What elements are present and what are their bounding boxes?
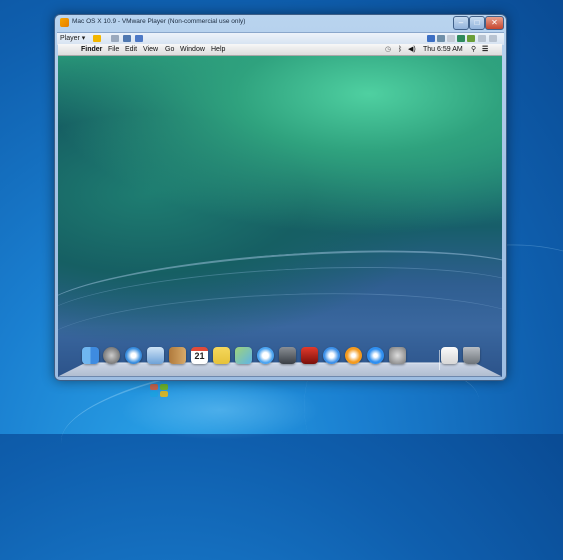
dock-trash-icon[interactable] — [463, 347, 480, 364]
dock-launchpad-icon[interactable] — [103, 347, 120, 364]
menubar-clock[interactable]: Thu 6:59 AM — [423, 44, 463, 55]
dock-calendar-icon[interactable]: 21 — [191, 347, 208, 364]
fullscreen-icon[interactable] — [123, 35, 131, 42]
menu-view[interactable]: View — [143, 44, 158, 55]
menu-window[interactable]: Window — [180, 44, 205, 55]
window-title: Mac OS X 10.9 - VMware Player (Non-comme… — [72, 18, 246, 25]
minimize-button[interactable]: – — [453, 16, 469, 30]
dock-shelf — [58, 362, 502, 377]
maximize-button[interactable]: □ — [469, 16, 485, 30]
dock-itunes-icon[interactable] — [323, 347, 340, 364]
usb-icon[interactable] — [467, 35, 475, 42]
menu-go[interactable]: Go — [165, 44, 174, 55]
volume-icon[interactable]: ◀) — [408, 44, 416, 55]
dock-documents-icon[interactable] — [441, 347, 458, 364]
dock-system-preferences-icon[interactable] — [389, 347, 406, 364]
menu-finder[interactable]: Finder — [81, 44, 102, 55]
dock-photo-booth-icon[interactable] — [301, 347, 318, 364]
pause-icon[interactable] — [93, 35, 101, 42]
dock-notes-icon[interactable] — [213, 347, 230, 364]
dock-mail-icon[interactable] — [147, 347, 164, 364]
arrow-icon[interactable] — [427, 35, 435, 42]
menu-file[interactable]: File — [108, 44, 119, 55]
window-titlebar[interactable]: Mac OS X 10.9 - VMware Player (Non-comme… — [55, 15, 506, 32]
send-ctrl-alt-del-icon[interactable] — [111, 35, 119, 42]
sound-icon[interactable] — [478, 35, 486, 42]
dock-app-store-icon[interactable] — [367, 347, 384, 364]
hard-disk-icon[interactable] — [437, 35, 445, 42]
player-menu[interactable]: Player ▾ — [60, 34, 85, 42]
dock-finder-icon[interactable] — [82, 347, 99, 364]
bluetooth-icon[interactable]: ᛒ — [398, 44, 402, 55]
display-icon[interactable] — [489, 35, 497, 42]
vmware-window[interactable]: Mac OS X 10.9 - VMware Player (Non-comme… — [54, 14, 507, 381]
time-machine-icon[interactable]: ◷ — [385, 44, 391, 55]
dock-messages-icon[interactable] — [257, 347, 274, 364]
dock-contacts-icon[interactable] — [169, 347, 186, 364]
windows-logo-icon — [150, 384, 170, 398]
dock-ibooks-icon[interactable] — [345, 347, 362, 364]
unity-icon[interactable] — [135, 35, 143, 42]
vmware-app-icon — [60, 18, 69, 27]
mac-menubar: Finder File Edit View Go Window Help ◷ ᛒ… — [58, 44, 502, 56]
spotlight-icon[interactable]: ⚲ — [471, 44, 476, 55]
menu-edit[interactable]: Edit — [125, 44, 137, 55]
dock-separator — [439, 350, 440, 370]
network-icon[interactable] — [457, 35, 465, 42]
notification-center-icon[interactable]: ☰ — [482, 44, 488, 55]
dock-maps-icon[interactable] — [235, 347, 252, 364]
cd-dvd-icon[interactable] — [447, 35, 455, 42]
close-button[interactable]: ✕ — [485, 16, 504, 30]
dock-safari-icon[interactable] — [125, 347, 142, 364]
menu-help[interactable]: Help — [211, 44, 225, 55]
guest-screen[interactable]: Finder File Edit View Go Window Help ◷ ᛒ… — [58, 44, 502, 377]
dock-facetime-icon[interactable] — [279, 347, 296, 364]
